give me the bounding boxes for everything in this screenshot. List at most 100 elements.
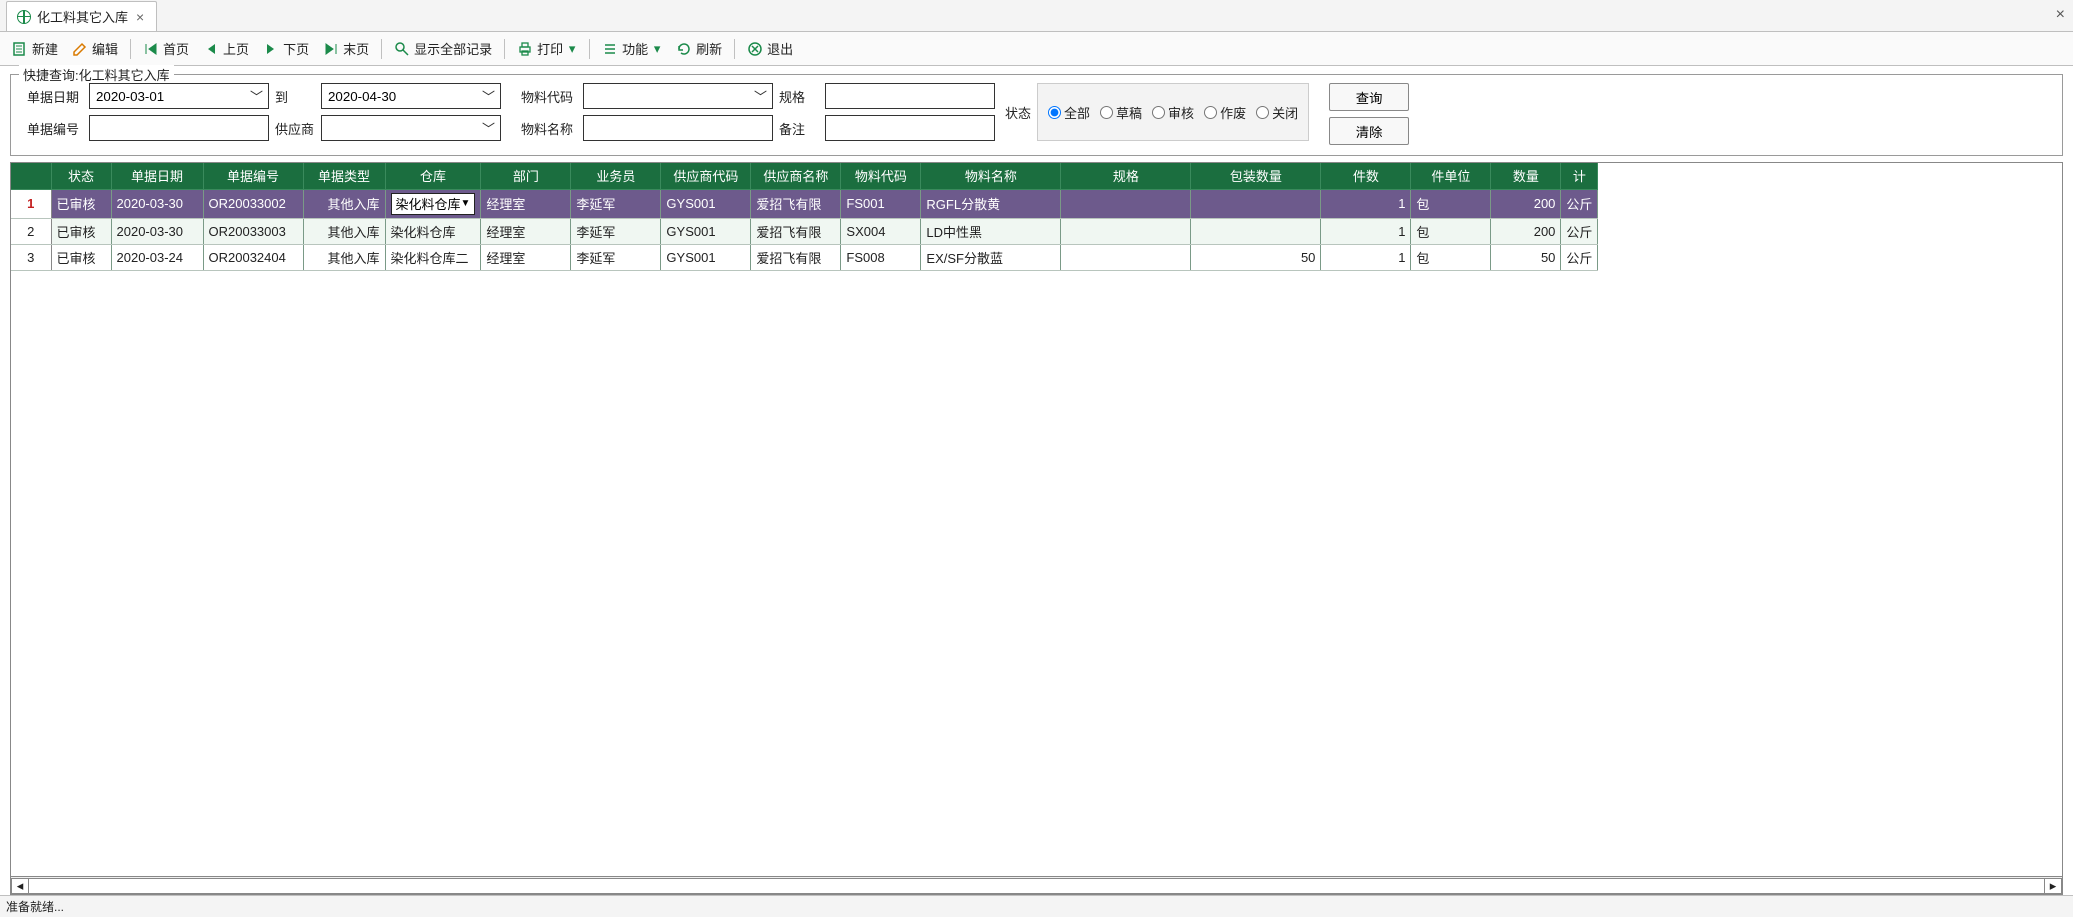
next-page-button[interactable]: 下页 — [257, 36, 315, 61]
cell-unit[interactable]: 包 — [1411, 189, 1491, 218]
col-header[interactable]: 状态 — [51, 163, 111, 189]
cell-type[interactable]: 其他入库 — [303, 218, 385, 244]
col-header[interactable]: 部门 — [481, 163, 571, 189]
cell-qty[interactable]: 50 — [1491, 244, 1561, 270]
table-row[interactable]: 3已审核2020-03-24OR20032404其他入库染化料仓库二经理室李延军… — [11, 244, 1598, 270]
exit-button[interactable]: 退出 — [741, 36, 799, 61]
date-to-input[interactable] — [321, 83, 501, 109]
cell-supname[interactable]: 爱招飞有限 — [751, 244, 841, 270]
cell-biz[interactable]: 李延军 — [571, 218, 661, 244]
cell-pack[interactable]: 50 — [1191, 244, 1321, 270]
cell-qty[interactable]: 200 — [1491, 189, 1561, 218]
cell-ext[interactable]: 公斤 — [1561, 244, 1598, 270]
scroll-track[interactable] — [28, 878, 2045, 894]
cell-supcode[interactable]: GYS001 — [661, 244, 751, 270]
cell-pack[interactable] — [1191, 218, 1321, 244]
col-header[interactable]: 单据日期 — [111, 163, 203, 189]
col-header[interactable]: 业务员 — [571, 163, 661, 189]
cell-matcode[interactable]: FS008 — [841, 244, 921, 270]
doc-no-input[interactable] — [89, 115, 269, 141]
status-audit-radio[interactable]: 审核 — [1152, 103, 1194, 122]
cell-matname[interactable]: EX/SF分散蓝 — [921, 244, 1061, 270]
new-button[interactable]: 新建 — [6, 36, 64, 61]
col-header[interactable]: 仓库 — [385, 163, 481, 189]
window-close-icon[interactable]: × — [2056, 6, 2065, 24]
tab-close-icon[interactable]: × — [134, 9, 146, 25]
col-header[interactable] — [11, 163, 51, 189]
horizontal-scrollbar[interactable]: ◂ ▸ — [11, 876, 2062, 894]
cell-warehouse[interactable]: 染化料仓库 — [385, 218, 481, 244]
status-all-radio[interactable]: 全部 — [1048, 103, 1090, 122]
col-header[interactable]: 数量 — [1491, 163, 1561, 189]
cell-date[interactable]: 2020-03-30 — [111, 218, 203, 244]
cell-pcs[interactable]: 1 — [1321, 189, 1411, 218]
date-from-input[interactable] — [89, 83, 269, 109]
mat-name-input[interactable] — [583, 115, 773, 141]
cell-status[interactable]: 已审核 — [51, 244, 111, 270]
cell-dept[interactable]: 经理室 — [481, 218, 571, 244]
col-header[interactable]: 件单位 — [1411, 163, 1491, 189]
last-page-button[interactable]: 末页 — [317, 36, 375, 61]
cell-matcode[interactable]: SX004 — [841, 218, 921, 244]
cell-ext[interactable]: 公斤 — [1561, 218, 1598, 244]
cell-unit[interactable]: 包 — [1411, 218, 1491, 244]
col-header[interactable]: 包装数量 — [1191, 163, 1321, 189]
cell-docno[interactable]: OR20032404 — [203, 244, 303, 270]
cell-pcs[interactable]: 1 — [1321, 244, 1411, 270]
remark-input[interactable] — [825, 115, 995, 141]
scroll-right-icon[interactable]: ▸ — [2044, 878, 2062, 894]
cell-spec[interactable] — [1061, 189, 1191, 218]
tab-active[interactable]: 化工料其它入库 × — [6, 1, 157, 31]
status-draft-radio[interactable]: 草稿 — [1100, 103, 1142, 122]
edit-button[interactable]: 编辑 — [66, 36, 124, 61]
cell-supcode[interactable]: GYS001 — [661, 218, 751, 244]
col-header[interactable]: 规格 — [1061, 163, 1191, 189]
first-page-button[interactable]: 首页 — [137, 36, 195, 61]
cell-pcs[interactable]: 1 — [1321, 218, 1411, 244]
cell-status[interactable]: 已审核 — [51, 218, 111, 244]
spec-input[interactable] — [825, 83, 995, 109]
cell-type[interactable]: 其他入库 — [303, 189, 385, 218]
cell-spec[interactable] — [1061, 244, 1191, 270]
grid-scroll[interactable]: 状态 单据日期 单据编号 单据类型 仓库 部门 业务员 供应商代码 供应商名称 … — [11, 163, 2062, 876]
cell-spec[interactable] — [1061, 218, 1191, 244]
col-header[interactable]: 单据编号 — [203, 163, 303, 189]
print-button[interactable]: 打印 ▾ — [511, 36, 583, 61]
cell-type[interactable]: 其他入库 — [303, 244, 385, 270]
table-row[interactable]: 2已审核2020-03-30OR20033003其他入库染化料仓库经理室李延军G… — [11, 218, 1598, 244]
cell-matname[interactable]: LD中性黑 — [921, 218, 1061, 244]
cell-supname[interactable]: 爱招飞有限 — [751, 189, 841, 218]
scroll-left-icon[interactable]: ◂ — [11, 878, 29, 894]
supplier-input[interactable] — [321, 115, 501, 141]
status-void-radio[interactable]: 作废 — [1204, 103, 1246, 122]
cell-warehouse[interactable]: 染化料仓库二 — [385, 244, 481, 270]
cell-supcode[interactable]: GYS001 — [661, 189, 751, 218]
cell-supname[interactable]: 爱招飞有限 — [751, 218, 841, 244]
status-close-radio[interactable]: 关闭 — [1256, 103, 1298, 122]
cell-date[interactable]: 2020-03-24 — [111, 244, 203, 270]
cell-warehouse[interactable]: 染化料仓库▼ — [385, 189, 481, 218]
prev-page-button[interactable]: 上页 — [197, 36, 255, 61]
cell-pack[interactable] — [1191, 189, 1321, 218]
col-header[interactable]: 单据类型 — [303, 163, 385, 189]
cell-matname[interactable]: RGFL分散黄 — [921, 189, 1061, 218]
cell-status[interactable]: 已审核 — [51, 189, 111, 218]
cell-unit[interactable]: 包 — [1411, 244, 1491, 270]
col-header[interactable]: 计 — [1561, 163, 1598, 189]
cell-biz[interactable]: 李延军 — [571, 189, 661, 218]
col-header[interactable]: 物料代码 — [841, 163, 921, 189]
cell-docno[interactable]: OR20033002 — [203, 189, 303, 218]
table-row[interactable]: 1 已审核2020-03-30OR20033002其他入库染化料仓库▼经理室李延军… — [11, 189, 1598, 218]
mat-code-input[interactable] — [583, 83, 773, 109]
cell-date[interactable]: 2020-03-30 — [111, 189, 203, 218]
cell-dept[interactable]: 经理室 — [481, 244, 571, 270]
cell-docno[interactable]: OR20033003 — [203, 218, 303, 244]
search-button[interactable]: 查询 — [1329, 83, 1409, 111]
col-header[interactable]: 供应商代码 — [661, 163, 751, 189]
col-header[interactable]: 供应商名称 — [751, 163, 841, 189]
show-all-button[interactable]: 显示全部记录 — [388, 36, 498, 61]
cell-dept[interactable]: 经理室 — [481, 189, 571, 218]
cell-ext[interactable]: 公斤 — [1561, 189, 1598, 218]
clear-button[interactable]: 清除 — [1329, 117, 1409, 145]
cell-qty[interactable]: 200 — [1491, 218, 1561, 244]
